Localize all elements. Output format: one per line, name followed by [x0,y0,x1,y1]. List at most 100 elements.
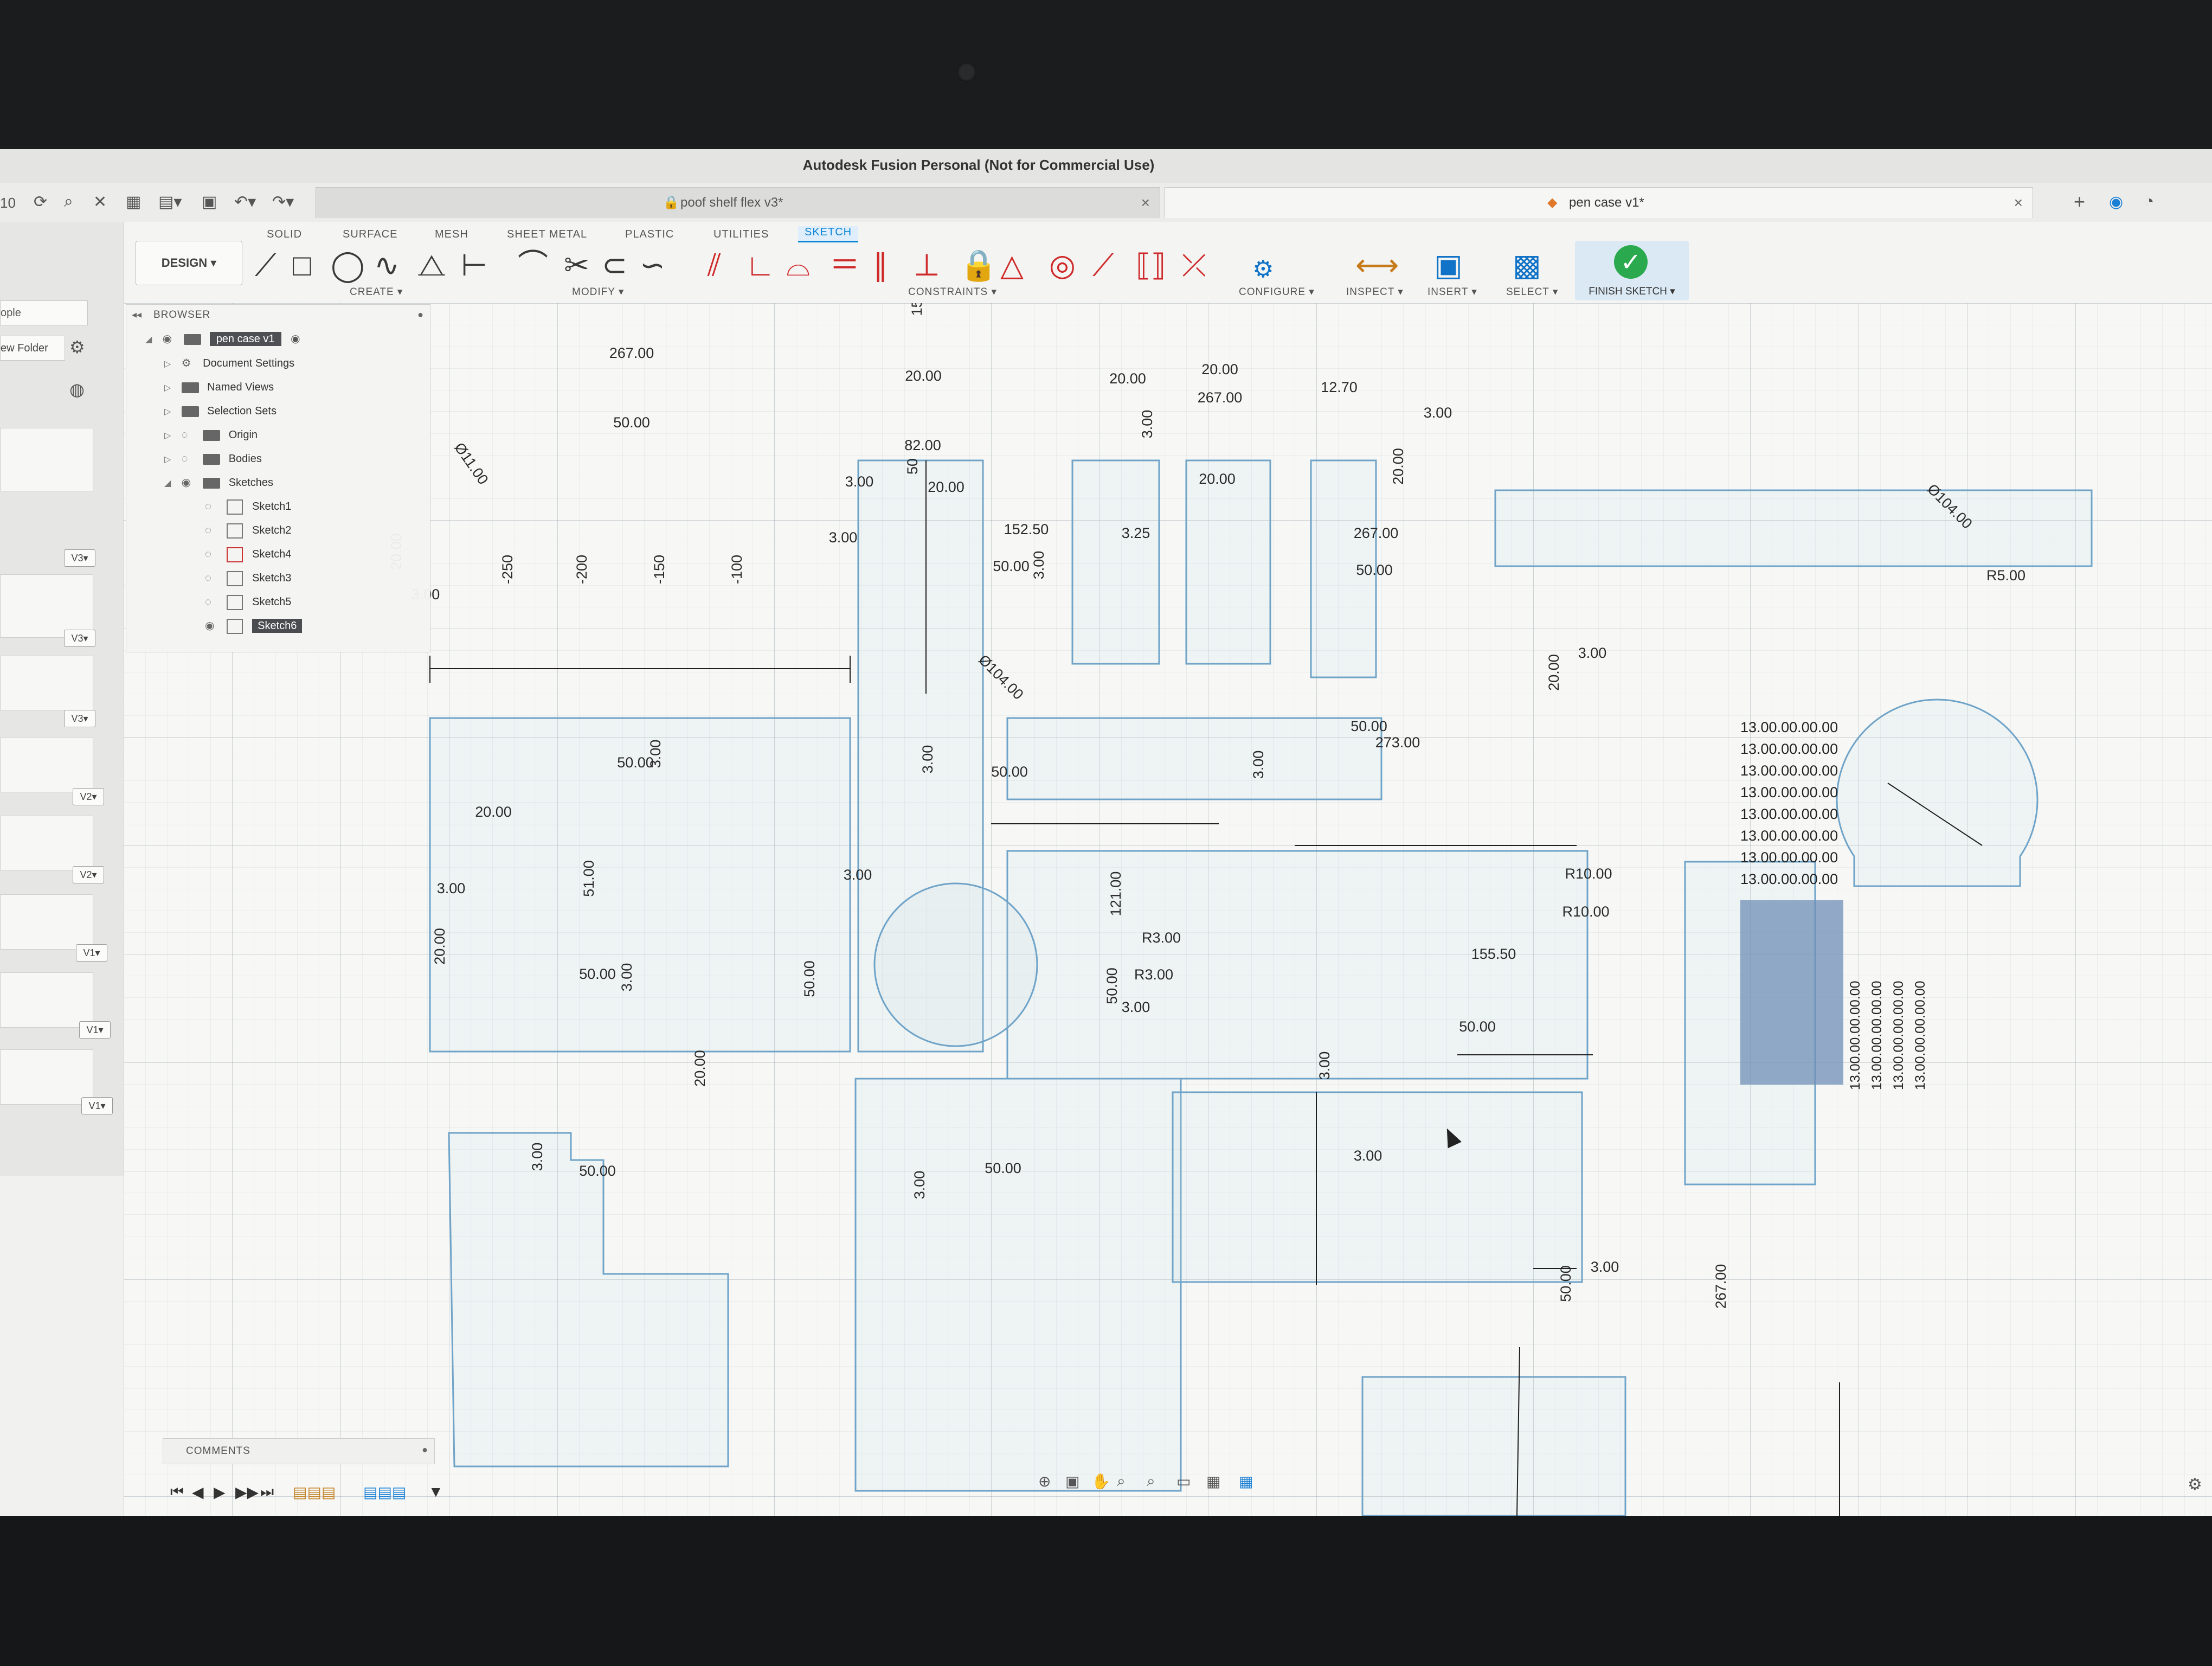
lock-constraint-icon[interactable]: 🔒 [960,250,998,280]
extend-icon[interactable]: ∽ [640,250,665,280]
dimension-label[interactable]: 50 [904,458,921,475]
online-status-icon[interactable]: ◉ [2109,193,2123,212]
people-field[interactable]: ople [0,300,88,325]
visibility-eye-icon[interactable]: ◌ [205,521,223,540]
version-badge[interactable]: V2▾ [73,788,104,805]
refresh-icon[interactable]: ⟳ [34,193,47,212]
measure-icon[interactable]: ⟷ [1355,250,1399,280]
dimension-label[interactable]: 50.00 [1351,718,1387,734]
version-badge[interactable]: V1▾ [79,1021,111,1039]
project-card[interactable] [0,816,93,871]
dimension-label[interactable]: 51.00 [581,860,597,897]
dimension-label[interactable]: 50.00 [1558,1265,1574,1302]
dimension-label[interactable]: 3.00 [647,740,664,768]
visibility-eye-icon[interactable]: ◌ [182,425,200,445]
fit-icon[interactable]: ⌕ [1147,1472,1155,1490]
step-back-icon[interactable]: ◀ [192,1483,204,1501]
dimension-label[interactable]: 3.00 [1250,751,1266,779]
dimension-label[interactable]: 50.00 [1459,1018,1496,1035]
expand-arrow-icon[interactable]: ◢ [145,330,159,350]
pattern-dimension-column[interactable]: 13.00.00.00.00.00 [1913,981,1928,1090]
dimension-label[interactable]: 20.00 [432,928,448,965]
look-at-icon[interactable]: ▣ [1065,1472,1079,1490]
dimension-label[interactable]: 3.00 [1591,1259,1619,1275]
dimension-label[interactable]: 3.25 [1122,525,1150,541]
pattern-dimension-row[interactable]: 13.00.00.00.00 [1740,741,1838,757]
play-icon[interactable]: ▶ [214,1483,226,1501]
tab-surface[interactable]: SURFACE [343,228,397,241]
go-to-end-icon[interactable]: ⏭ [260,1483,274,1501]
display-settings-icon[interactable]: ▭ [1176,1472,1191,1490]
dimension-label[interactable]: 82.00 [904,437,941,453]
mirror-icon[interactable]: ⧍ [417,250,446,280]
collapse-panel-icon[interactable]: ◂◂ [132,309,142,321]
version-badge[interactable]: V1▾ [76,944,107,962]
settings-gear-icon[interactable]: ⚙ [2188,1475,2202,1494]
file-icon[interactable]: ▤▾ [158,193,182,212]
pattern-dimension-row[interactable]: 13.00.00.00.00 [1740,784,1838,800]
dimension-label[interactable]: 3.00 [437,880,466,896]
pattern-dimension-row[interactable]: 13.00.00.00.00 [1740,719,1838,735]
design-workspace-button[interactable]: DESIGN ▾ [136,241,242,285]
visibility-eye-icon[interactable]: ◌ [205,568,223,588]
tab-sheet-metal[interactable]: SHEET METAL [507,228,587,241]
tree-root[interactable]: ◢ ◉ pen case v1 ◉ [145,329,300,349]
perpendicular-icon[interactable]: ⊥ [914,250,940,280]
search-icon[interactable]: ⌕ [64,193,73,211]
coincident-icon[interactable]: ∟ [745,250,775,280]
pattern-block[interactable] [1740,900,1843,1085]
tree-item-sketch5[interactable]: ◌ Sketch5 [205,592,291,612]
tab-sketch[interactable]: SKETCH [798,226,859,242]
tree-item-named-views[interactable]: ▷ Named Views [164,377,274,397]
expand-arrow-icon[interactable]: ▷ [164,426,178,446]
dimension-label[interactable]: R3.00 [1134,966,1173,983]
close-icon[interactable]: ✕ [93,193,107,212]
project-card[interactable] [0,737,93,792]
tree-item-origin[interactable]: ▷ ◌ Origin [164,425,258,445]
insert-image-icon[interactable]: ▣ [1434,250,1463,280]
dimension-label[interactable]: -100 [729,555,745,584]
tangent-icon[interactable]: ⌓ [786,250,810,280]
expand-arrow-icon[interactable]: ▷ [164,450,178,470]
undo-icon[interactable]: ↶▾ [234,193,256,212]
new-tab-button[interactable]: + [2074,190,2085,213]
dimension-label[interactable]: 3.00 [529,1143,545,1171]
dimension-label[interactable]: R10.00 [1565,866,1612,882]
dimension-label[interactable]: 50.00 [801,960,818,997]
save-icon[interactable]: ▣ [202,193,217,212]
select-menu[interactable]: SELECT ▾ [1506,286,1558,298]
dimension-label[interactable]: 20.00 [1199,471,1236,487]
pattern-dimension-column[interactable]: 13.00.00.00.00.00 [1869,981,1885,1090]
insert-menu[interactable]: INSERT ▾ [1427,286,1477,298]
tab-close-button[interactable]: × [2014,188,2023,218]
dimension-label[interactable]: 273.00 [1375,734,1420,751]
collinear-icon[interactable]: ⟋ [1092,250,1114,280]
tree-item-sketch6[interactable]: ◉ Sketch6 [205,616,303,636]
dimension-label[interactable]: 267.00 [1713,1264,1729,1309]
tree-item-selection-sets[interactable]: ▷ Selection Sets [164,401,276,421]
constraints-menu[interactable]: CONSTRAINTS ▾ [908,286,997,298]
visibility-eye-icon[interactable]: ◉ [163,329,181,349]
project-card[interactable] [0,656,93,711]
tree-item-sketch2[interactable]: ◌ Sketch2 [205,521,291,540]
dimension-label[interactable]: 3.00 [844,867,872,883]
dimension-label[interactable]: 267.00 [1198,389,1243,406]
dimension-label[interactable]: 50.00 [1356,562,1393,578]
dimension-label[interactable]: 3.00 [1139,410,1155,439]
pattern-dimension-column[interactable]: 13.00.00.00.00.00 [1891,981,1906,1090]
tab-close-button[interactable]: × [1141,188,1150,218]
dimension-label[interactable]: 12.70 [1321,379,1358,395]
dimension-label[interactable]: 3.00 [1424,405,1452,421]
tree-item-sketch3[interactable]: ◌ Sketch3 [205,568,291,588]
dimension-label[interactable]: 3.00 [1122,999,1150,1015]
tree-item-sketches[interactable]: ◢ ◉ Sketches [164,473,273,492]
dimension-label[interactable]: 50.00 [993,558,1030,574]
dimension-label[interactable]: 20.00 [1201,361,1238,377]
dimension-label[interactable]: 20.00 [905,368,942,384]
fillet-icon[interactable]: ⌒ [518,250,548,280]
version-badge[interactable]: V2▾ [73,866,104,883]
dimension-label[interactable]: -200 [574,555,590,584]
dimension-label[interactable]: 267.00 [1354,525,1399,541]
fix-constraint-icon[interactable]: ⫽ [708,250,721,280]
grid-settings-icon[interactable]: ▦ [1206,1472,1220,1490]
